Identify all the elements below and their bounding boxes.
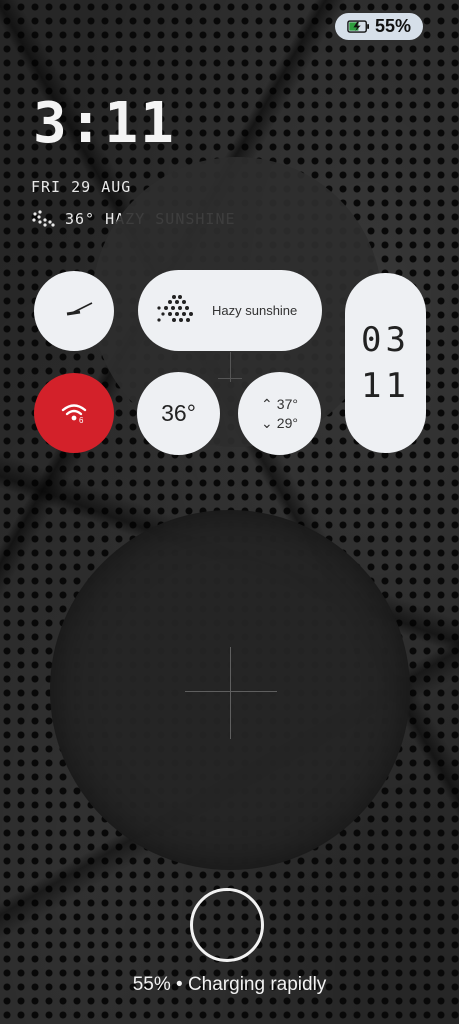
date-widget[interactable]: 03 11 [345,273,426,453]
add-widget-crosshair [185,691,277,692]
svg-text:6: 6 [79,416,84,425]
hazy-weather-icon [32,210,55,227]
weather-widget-label: Hazy sunshine [212,303,298,318]
low-row: ⌄ 29° [261,415,298,432]
temperature-widget[interactable]: 36° [137,372,220,455]
date-widget-month: 03 [361,320,410,360]
lockscreen-date: FRI 29 AUG [31,178,132,196]
hazy-sunshine-icon [157,294,193,322]
chevron-up-icon: ⌃ [261,395,273,412]
analog-clock-widget[interactable] [34,271,114,351]
high-low-widget[interactable]: ⌃ 37° ⌄ 29° [238,372,321,455]
date-widget-day: 11 [361,366,410,406]
crosshair-line [230,352,231,382]
add-widget-crosshair [230,647,231,739]
low-temp: 29° [276,415,298,431]
fingerprint-unlock-ring[interactable] [190,888,264,962]
lockscreen-clock: 3:11 [33,91,176,156]
high-temp: 37° [276,396,298,412]
clock-hands-icon [66,302,93,316]
wifi-icon: 6 [61,404,87,425]
battery-charging-icon [347,20,369,33]
wifi-widget[interactable]: 6 [34,373,114,453]
charging-status: 55% • Charging rapidly [132,974,327,995]
battery-percent: 55% [374,16,412,36]
battery-indicator: 55% [335,13,423,40]
chevron-down-icon: ⌄ [261,414,273,431]
weather-widget[interactable]: Hazy sunshine [138,270,322,351]
high-row: ⌃ 37° [261,396,298,413]
